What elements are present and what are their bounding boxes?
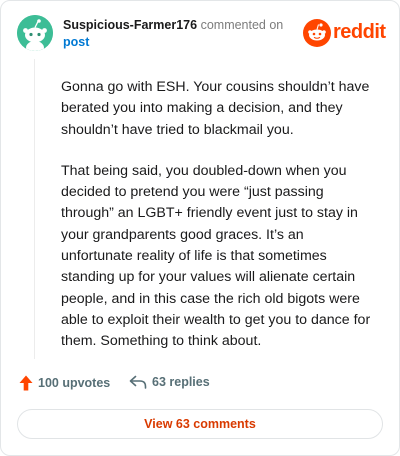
- upvote-arrow-icon: [19, 375, 33, 391]
- comment-meta: Suspicious-Farmer176 commented on post: [63, 17, 303, 51]
- username-link[interactable]: Suspicious-Farmer176: [63, 18, 197, 32]
- comment-body: Gonna go with ESH. Your cousins shouldn’…: [61, 77, 379, 373]
- commented-on-text: commented on: [200, 18, 284, 32]
- post-link[interactable]: post: [63, 34, 303, 51]
- replies-count: 63 replies: [152, 375, 210, 389]
- upvote-button[interactable]: 100 upvotes: [19, 375, 110, 391]
- reddit-wordmark: reddit: [333, 21, 386, 43]
- reply-arrow-icon: [129, 375, 147, 389]
- snoo-avatar-icon[interactable]: [17, 15, 53, 51]
- comment-actions: 100 upvotes 63 replies: [19, 373, 379, 395]
- reddit-logo[interactable]: reddit: [303, 19, 386, 47]
- comment-paragraph: Gonna go with ESH. Your cousins shouldn’…: [61, 79, 370, 138]
- reddit-snoo-icon: [303, 19, 331, 47]
- comment-paragraph: That being said, you doubled-down when y…: [61, 162, 371, 350]
- comment-card: Suspicious-Farmer176 commented on post r…: [0, 0, 400, 456]
- upvote-count: 100 upvotes: [38, 376, 111, 390]
- comment-header: Suspicious-Farmer176 commented on post r…: [17, 15, 386, 55]
- view-comments-button[interactable]: View 63 comments: [17, 409, 383, 439]
- replies-button[interactable]: 63 replies: [129, 375, 210, 389]
- thread-line[interactable]: [34, 59, 35, 359]
